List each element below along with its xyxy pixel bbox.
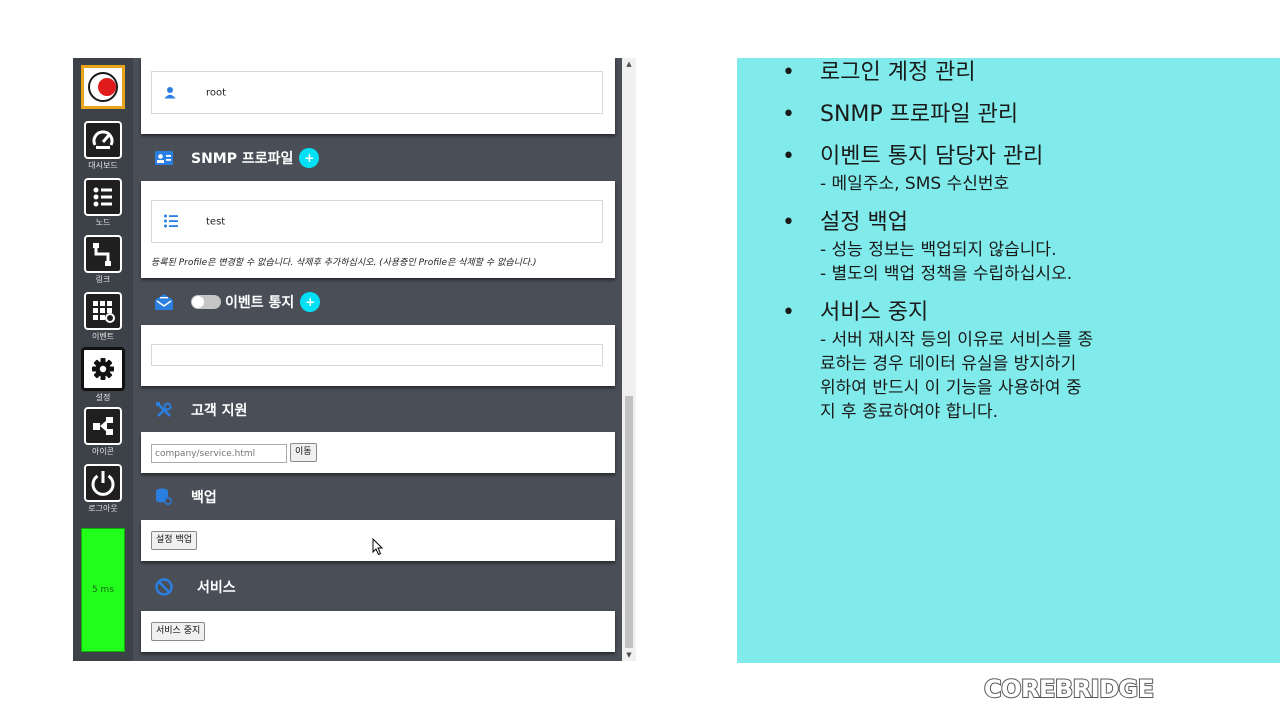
backup-section-title: 백업: [191, 490, 217, 506]
scroll-down-icon[interactable]: ▼: [622, 649, 636, 661]
list-item: 설정 백업 - 성능 정보는 백업되지 않습니다. - 별도의 백업 정책을 수…: [782, 208, 1202, 286]
sidebar-item-label: 설정: [95, 393, 111, 402]
database-icon: [153, 488, 175, 506]
list-item: SNMP 프로파일 관리: [782, 100, 1202, 130]
scroll-up-icon[interactable]: ▲: [622, 58, 636, 70]
feature-list: 로그인 계정 관리 SNMP 프로파일 관리 이벤트 통지 담당자 관리 - 메…: [782, 58, 1202, 436]
latency-value: 5 ms: [91, 585, 115, 595]
bullet-detail: 지 후 종료하여야 합니다.: [820, 402, 999, 422]
snmp-section-title: SNMP 프로파일: [191, 151, 294, 167]
settings-content: root SNMP 프로파일 + test 등록된 Profile은 변경할 수…: [133, 58, 622, 661]
snmp-profile-name: test: [206, 216, 226, 227]
stop-service-button[interactable]: 서비스 중지: [151, 622, 206, 641]
sidebar-item-settings[interactable]: 설정: [73, 347, 133, 403]
event-section-header: 이벤트 통지 +: [153, 290, 321, 314]
bullet-title: SNMP 프로파일 관리: [820, 102, 1019, 127]
sidebar-item-label: 링크: [95, 275, 111, 284]
account-name: root: [206, 87, 227, 98]
profile-card-icon: [153, 151, 175, 165]
support-section-title: 고객 지원: [191, 403, 248, 419]
dashboard-icon: [84, 121, 122, 159]
bullet-detail: 위하여 반드시 이 기능을 사용하여 중: [820, 378, 1082, 398]
service-card: 서비스 중지: [141, 611, 615, 652]
snmp-add-button[interactable]: +: [299, 148, 320, 168]
event-card: [141, 325, 615, 386]
service-section-header: 서비스: [153, 575, 236, 599]
bullet-title: 이벤트 통지 담당자 관리: [820, 144, 1044, 169]
sidebar-item-label: 아이콘: [91, 447, 115, 456]
app-logo[interactable]: [81, 65, 125, 109]
service-section-title: 서비스: [197, 580, 236, 596]
list-item: 이벤트 통지 담당자 관리 - 메일주소, SMS 수신번호: [782, 142, 1202, 196]
sidebar: 대시보드 노드 링크 이벤트 설정 아이콘 로그아웃 5 ms: [73, 58, 133, 661]
go-button[interactable]: 이동: [290, 443, 317, 462]
snmp-profile-row[interactable]: test: [151, 200, 603, 243]
mouse-cursor-icon: [372, 538, 384, 556]
icon-share-icon: [84, 407, 122, 445]
snmp-card: test 등록된 Profile은 변경할 수 없습니다. 삭제후 추가하십시오…: [141, 181, 615, 278]
settings-backup-button[interactable]: 설정 백업: [151, 531, 197, 550]
event-icon: [84, 292, 122, 330]
app-window: 대시보드 노드 링크 이벤트 설정 아이콘 로그아웃 5 ms root SNM…: [73, 58, 636, 661]
support-card: 이동: [141, 432, 615, 473]
account-row[interactable]: root: [151, 71, 603, 114]
feature-panel: 로그인 계정 관리 SNMP 프로파일 관리 이벤트 통지 담당자 관리 - 메…: [737, 58, 1280, 663]
sidebar-item-event[interactable]: 이벤트: [73, 292, 133, 342]
event-add-button[interactable]: +: [300, 292, 321, 312]
brand-logo: COREBRIDGE: [983, 675, 1198, 703]
sidebar-item-label: 로그아웃: [88, 504, 118, 513]
support-section-header: 고객 지원: [153, 398, 247, 422]
gear-icon: [81, 347, 125, 391]
node-list-icon: [84, 178, 122, 216]
event-toggle[interactable]: [191, 295, 221, 309]
sidebar-item-logout[interactable]: 로그아웃: [73, 464, 133, 514]
list-item: 서비스 중지 - 서버 재시작 등의 이유로 서비스를 종 료하는 경우 데이터…: [782, 298, 1202, 424]
bullet-detail: - 메일주소, SMS 수신번호: [820, 174, 1010, 194]
tools-icon: [153, 402, 175, 418]
ban-icon: [153, 578, 175, 596]
bullet-detail: - 별도의 백업 정책을 수립하십시오.: [820, 264, 1073, 284]
bullet-title: 설정 백업: [820, 210, 908, 235]
bullet-detail: 료하는 경우 데이터 유실을 방지하기: [820, 354, 1077, 374]
link-icon: [84, 235, 122, 273]
bullet-detail: - 성능 정보는 백업되지 않습니다.: [820, 240, 1057, 260]
bullet-title: 로그인 계정 관리: [820, 60, 976, 85]
sidebar-item-dashboard[interactable]: 대시보드: [73, 121, 133, 171]
sidebar-item-icon[interactable]: 아이콘: [73, 407, 133, 457]
event-section-title: 이벤트 통지: [225, 295, 295, 311]
logo-dot-icon: [98, 78, 116, 96]
bullet-detail: - 서버 재시작 등의 이유로 서비스를 종: [820, 330, 1094, 350]
sidebar-item-label: 대시보드: [88, 161, 118, 170]
sidebar-item-node[interactable]: 노드: [73, 178, 133, 228]
snmp-note: 등록된 Profile은 변경할 수 없습니다. 삭제후 추가하십시오. (사용…: [151, 258, 537, 268]
list-icon: [164, 212, 178, 231]
snmp-section-header: SNMP 프로파일 +: [153, 146, 320, 170]
bullet-title: 서비스 중지: [820, 300, 929, 325]
scrollbar[interactable]: ▲ ▼: [622, 58, 636, 661]
scroll-thumb[interactable]: [625, 396, 633, 648]
latency-status: 5 ms: [81, 528, 125, 652]
sidebar-item-label: 노드: [95, 218, 111, 227]
mail-icon: [153, 294, 175, 310]
event-contact-field[interactable]: [151, 344, 603, 366]
brand-name: COREBRIDGE: [983, 675, 1155, 703]
support-url-input[interactable]: [151, 444, 287, 463]
account-card: root: [141, 58, 615, 134]
list-item: 로그인 계정 관리: [782, 58, 1202, 88]
sidebar-item-label: 이벤트: [91, 332, 115, 341]
user-icon: [164, 83, 176, 102]
backup-section-header: 백업: [153, 485, 217, 509]
power-icon: [84, 464, 122, 502]
sidebar-item-link[interactable]: 링크: [73, 235, 133, 285]
